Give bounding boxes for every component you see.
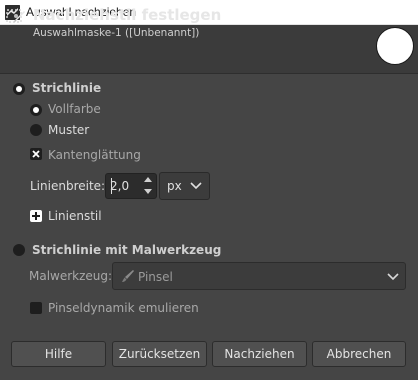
header-divider	[0, 73, 418, 74]
decrement-arrow-icon[interactable]	[144, 189, 152, 194]
paint-tool-select[interactable]: Pinsel	[112, 262, 406, 290]
stroke-paint-tool-radio[interactable]	[13, 244, 25, 256]
antialiasing-label: Kantenglättung	[48, 148, 141, 162]
brush-preview	[376, 27, 414, 65]
pattern-label: Muster	[48, 123, 90, 137]
unit-value: px	[167, 179, 182, 193]
checkmark-icon	[32, 150, 40, 158]
solid-color-radio[interactable]	[30, 104, 42, 116]
line-style-expander[interactable]	[30, 210, 42, 222]
chevron-down-icon	[387, 273, 399, 281]
stroke-paint-tool-label: Strichlinie mit Malwerkzeug	[32, 243, 222, 257]
line-width-value: 2,0	[110, 179, 130, 193]
paintbrush-icon	[122, 270, 134, 282]
increment-arrow-icon[interactable]	[144, 177, 152, 182]
cancel-button[interactable]: Abbrechen	[312, 341, 406, 367]
unit-select[interactable]: px	[159, 172, 210, 200]
paint-tool-value: Pinsel	[138, 270, 173, 284]
stroke-line-label: Strichlinie	[32, 81, 102, 95]
line-width-label: Linienbreite:	[30, 179, 106, 193]
dialog-heading: Nachziehstil festlegen	[33, 6, 222, 24]
solid-color-label: Vollfarbe	[48, 102, 101, 116]
stroke-button[interactable]: Nachziehen	[212, 341, 307, 367]
antialiasing-checkbox[interactable]	[30, 148, 42, 160]
paint-tool-label: Malwerkzeug:	[29, 269, 113, 283]
brush-dynamics-label: Pinseldynamik emulieren	[48, 301, 199, 315]
line-style-label: Linienstil	[48, 209, 102, 223]
plus-icon	[32, 212, 40, 220]
pattern-radio[interactable]	[30, 124, 42, 136]
chevron-down-icon	[190, 182, 202, 190]
stroke-line-radio[interactable]	[13, 83, 25, 95]
help-button[interactable]: Hilfe	[11, 341, 106, 367]
stroke-selection-icon	[6, 8, 26, 24]
brush-dynamics-checkbox[interactable]	[30, 302, 42, 314]
dialog-subheading: Auswahlmaske-1 ([Unbenannt])	[33, 27, 200, 39]
reset-button[interactable]: Zurücksetzen	[112, 341, 207, 367]
